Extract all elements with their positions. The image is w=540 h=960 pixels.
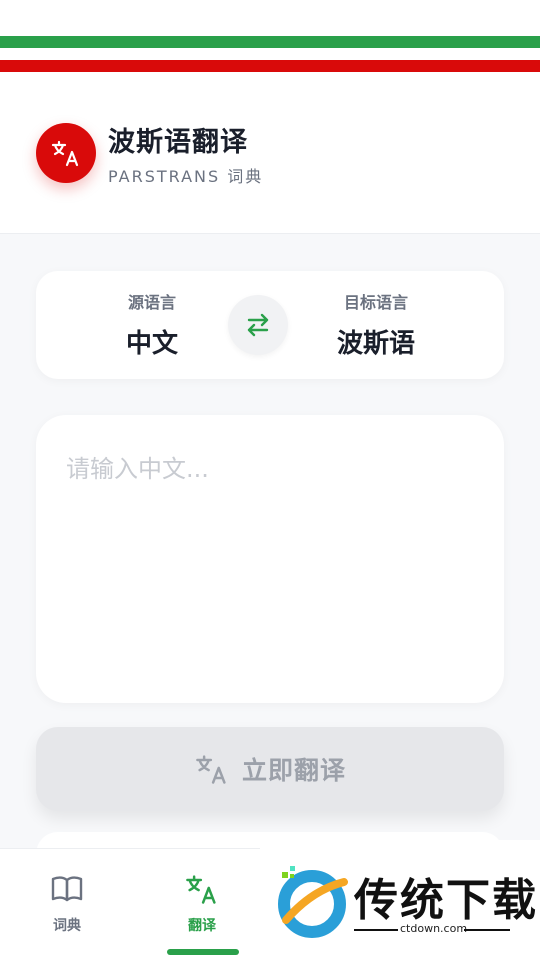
translate-icon [51,140,79,167]
translate-icon [186,875,216,904]
watermark-rule-left [354,929,398,931]
language-selector: 源语言 中文 目标语言 波斯语 [36,271,504,379]
flag-stripe-green [0,36,540,48]
app-subtitle: PARSTRANS 词典 [108,167,264,186]
target-language-caption: 目标语言 [343,293,408,312]
nav-active-indicator [167,949,239,955]
app-title: 波斯语翻译 [108,127,248,158]
status-bar-area [0,0,540,36]
input-card [36,415,504,703]
target-language-value: 波斯语 [336,329,415,359]
source-text-input[interactable] [66,449,474,679]
app-logo [36,123,96,183]
flag-stripe-white [0,48,540,60]
watermark-logo-icon [278,866,348,938]
nav-item-translate[interactable]: 翻译 [147,871,257,935]
translate-icon [196,755,226,784]
watermark-text: 传统下载 [354,875,538,926]
source-language-caption: 源语言 [127,293,176,312]
translate-button-label: 立即翻译 [241,756,346,785]
watermark-overlay: 传统下载 ctdown.com [260,840,540,960]
app-header: 波斯语翻译 PARSTRANS 词典 [0,72,540,234]
nav-label-dictionary: 词典 [53,918,81,934]
translate-button[interactable]: 立即翻译 [36,727,504,811]
swap-languages-button[interactable] [228,295,288,355]
source-language[interactable]: 源语言 中文 [62,289,242,360]
watermark-rule-right [464,929,510,931]
target-language[interactable]: 目标语言 波斯语 [286,289,466,360]
book-icon [51,876,83,902]
source-language-value: 中文 [125,329,178,359]
nav-label-translate: 翻译 [188,918,216,934]
watermark-url: ctdown.com [400,922,468,935]
nav-item-dictionary[interactable]: 词典 [12,871,122,935]
flag-stripe-red [0,60,540,72]
swap-arrows-icon [247,313,269,337]
